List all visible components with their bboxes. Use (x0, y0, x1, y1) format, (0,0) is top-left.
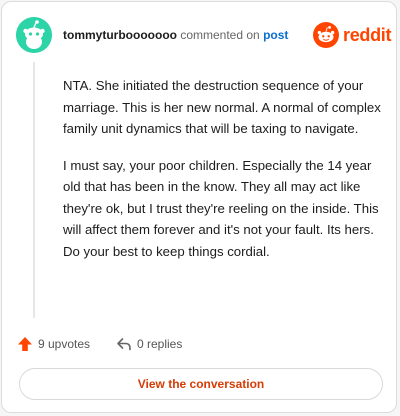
reddit-wordmark: reddit (343, 24, 392, 45)
thread-line (33, 62, 35, 318)
upvote-count[interactable]: 9 upvotes (17, 336, 90, 352)
snoo-avatar-icon (16, 17, 52, 53)
replies-label: 0 replies (137, 337, 183, 351)
upvotes-label: 9 upvotes (38, 337, 91, 351)
post-link[interactable]: post (263, 28, 288, 42)
reddit-snoo-icon (313, 22, 339, 48)
comment-card: tommyturbooooooo commented on post reddi… (1, 1, 397, 413)
reply-count[interactable]: 0 replies (116, 336, 182, 352)
reply-arrow-icon (117, 338, 131, 351)
comment-body: NTA. She initiated the destruction seque… (63, 75, 383, 277)
avatar[interactable] (16, 17, 52, 53)
username[interactable]: tommyturbooooooo (63, 28, 177, 42)
comment-paragraph: I must say, your poor children. Especial… (63, 157, 379, 259)
action-text: commented on (180, 28, 260, 42)
reddit-logo[interactable]: reddit (313, 22, 392, 48)
comment-header: tommyturbooooooo commented on post (63, 27, 288, 43)
upvote-arrow-icon (18, 337, 32, 351)
comment-paragraph: NTA. She initiated the destruction seque… (63, 78, 381, 136)
view-conversation-button[interactable]: View the conversation (19, 368, 383, 400)
